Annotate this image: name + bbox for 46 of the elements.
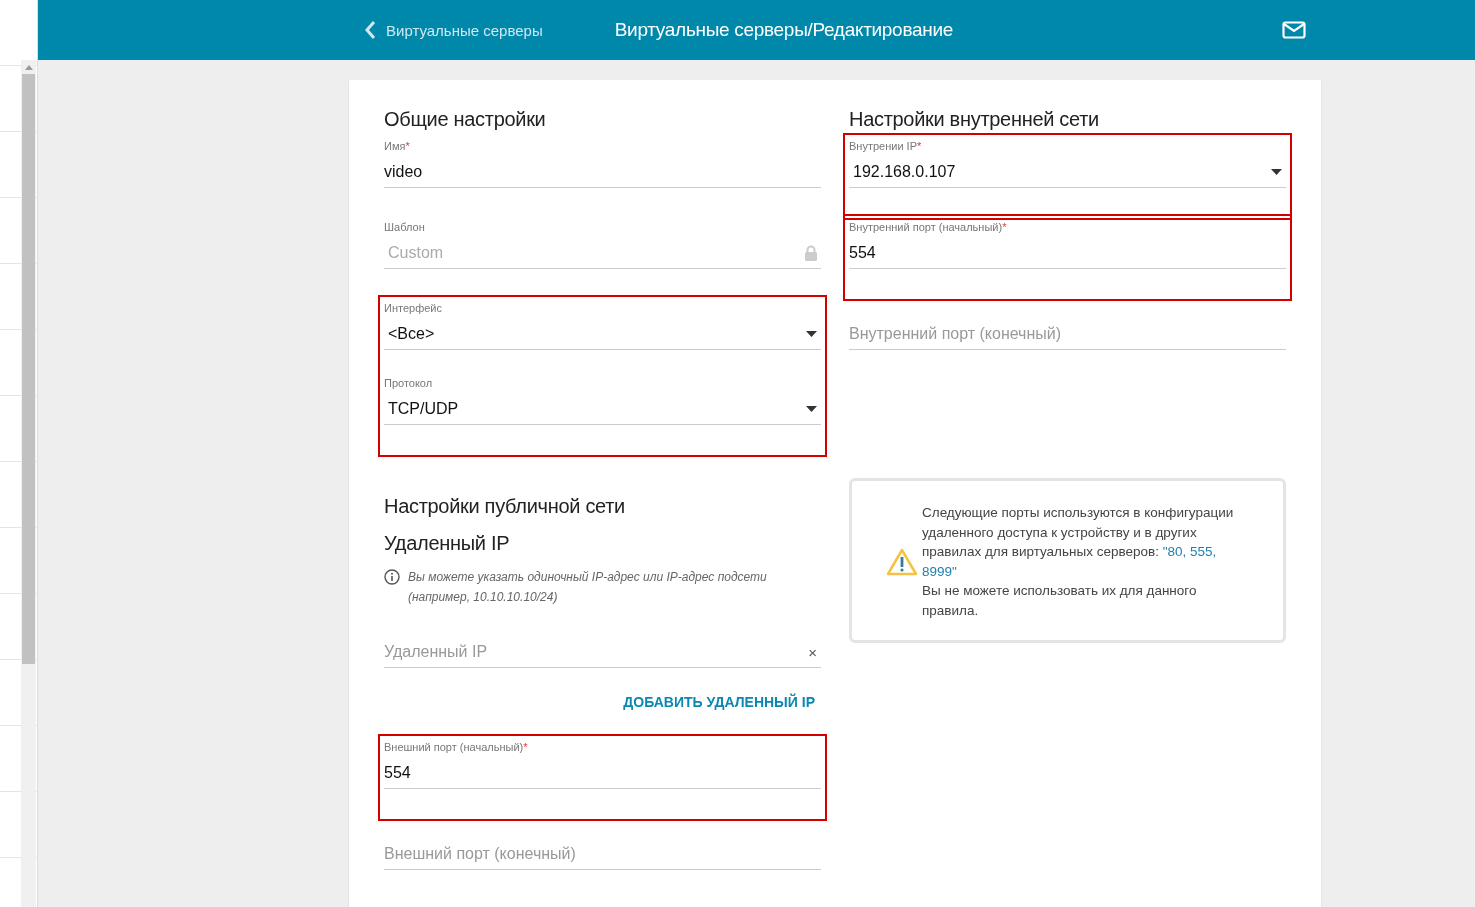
back-chevron-icon <box>364 20 376 40</box>
warning-icon <box>886 547 918 576</box>
caret-icon <box>806 406 817 412</box>
warning-text: Вы не можете использовать их для данного правила. <box>922 582 1198 620</box>
mail-icon[interactable] <box>1282 21 1306 39</box>
field-value: video <box>384 163 423 181</box>
caret-icon <box>1271 169 1282 175</box>
field-label: Внутрении IP* <box>849 140 923 152</box>
input-field[interactable]: Шаблон Custom <box>384 220 821 269</box>
field-value: TCP/UDP <box>387 400 459 418</box>
page-title: Виртуальные серверы/Редактирование <box>614 19 953 41</box>
field-placeholder: Внутренний порт (конечный) <box>849 325 1062 343</box>
field-label: Шаблон <box>384 221 426 233</box>
section-subheading: Удаленный IP <box>384 532 511 555</box>
field-value: 192.168.0.107 <box>852 163 956 181</box>
add-remote-ip-link[interactable]: ДОБАВИТЬ УДАЛЕННЫЙ IP <box>623 694 815 710</box>
scrollbar[interactable] <box>21 60 36 907</box>
field-label: Внутренний порт (начальный)* <box>849 221 1008 233</box>
field-label: Внешний порт (начальный)* <box>384 741 529 753</box>
section-heading: Общие настройки <box>384 108 547 131</box>
field-placeholder: Удаленный IP <box>384 643 488 661</box>
lock-icon <box>805 245 817 261</box>
scrollbar-thumb[interactable] <box>22 74 35 664</box>
field-label: Имя* <box>384 140 411 152</box>
field-value: 554 <box>384 764 411 782</box>
field-value: Custom <box>387 244 444 262</box>
field-value: <Все> <box>387 325 435 343</box>
hint-text: Вы можете указать одиночный IP-адрес или IP-адрес подсети (например, 10.10.10.10/24) <box>408 569 768 606</box>
dropdown-field[interactable]: Внутрении IP* 192.168.0.107 <box>849 139 1286 188</box>
field-placeholder: Внешний порт (конечный) <box>384 845 576 863</box>
section-heading: Настройки публичной сети <box>384 495 626 518</box>
field-label: Протокол <box>384 377 434 389</box>
scroll-up-icon[interactable] <box>24 65 33 70</box>
caret-icon <box>806 331 817 337</box>
warning-text: Следующие порты используются в конфигурации удаленного доступа к устройству и в других правилах для виртуальных серверов: "80, 555, 8999" <box>922 504 1235 581</box>
section-heading: Настройки внутренней сети <box>849 108 1100 131</box>
input-field[interactable]: Внешний порт (начальный)* 554 <box>384 740 821 789</box>
info-icon <box>384 569 400 585</box>
input-field[interactable]: Имя* video <box>384 139 821 188</box>
clear-button[interactable]: × <box>808 643 817 661</box>
dropdown-field[interactable]: Протокол TCP/UDP <box>384 376 821 425</box>
input-field[interactable]: Внутренний порт (начальный)* 554 <box>849 220 1286 269</box>
field-value: 554 <box>849 244 876 262</box>
dropdown-field[interactable]: Интерфейс <Все> <box>384 301 821 350</box>
input-field[interactable]: Удаленный IP × <box>384 619 821 668</box>
field-label: Интерфейс <box>384 302 443 314</box>
